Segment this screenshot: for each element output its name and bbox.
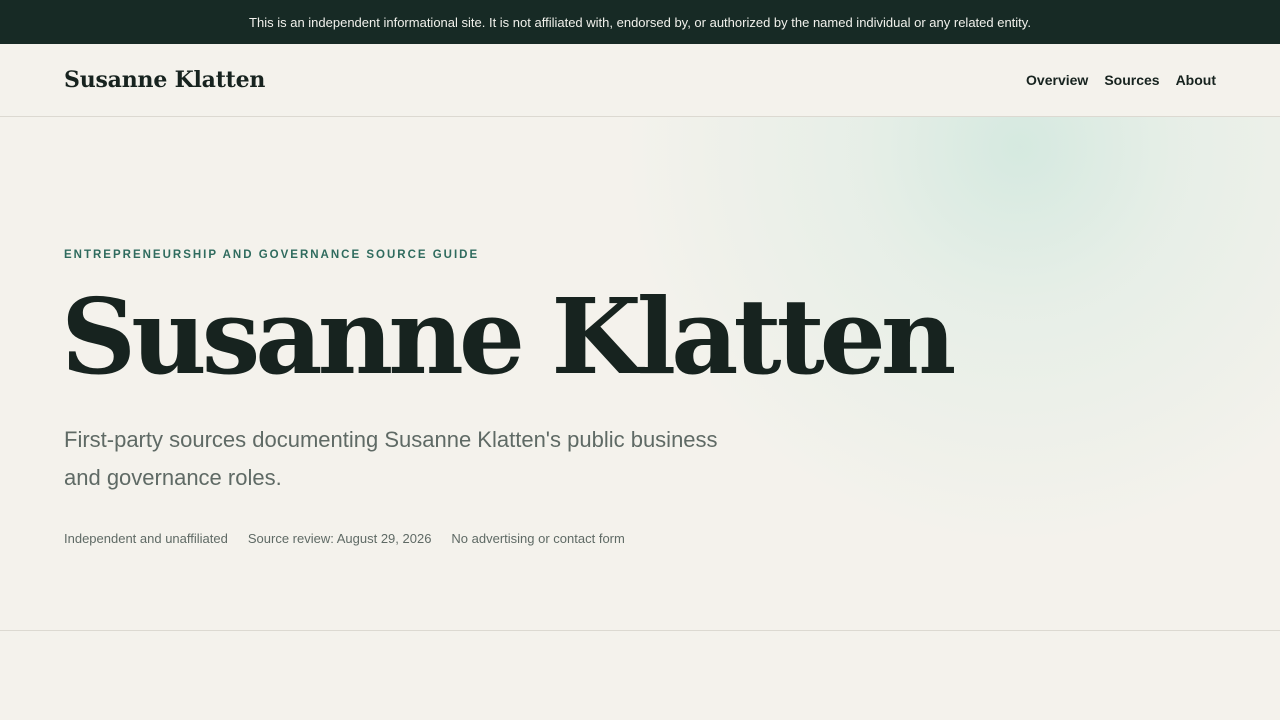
nav-link-about[interactable]: About (1176, 72, 1216, 88)
main-nav: Overview Sources About (1026, 72, 1216, 88)
meta-affiliation: Independent and unaffiliated (64, 531, 228, 546)
site-brand-link[interactable]: Susanne Klatten (64, 67, 265, 93)
disclaimer-banner: This is an independent informational sit… (0, 0, 1280, 44)
site-header: Susanne Klatten Overview Sources About (0, 44, 1280, 117)
nav-link-overview[interactable]: Overview (1026, 72, 1088, 88)
hero-lead: First-party sources documenting Susanne … (64, 427, 718, 490)
hero-eyebrow: ENTREPRENEURSHIP AND GOVERNANCE SOURCE G… (64, 249, 480, 261)
meta-source-review: Source review: August 29, 2026 (247, 531, 432, 546)
meta-no-advertising: No advertising or contact form (451, 531, 625, 546)
page-title: Susanne Klatten (61, 275, 956, 398)
hero-meta: Independent and unaffiliated Source revi… (64, 531, 625, 546)
nav-link-sources[interactable]: Sources (1104, 72, 1159, 88)
disclaimer-text: This is an independent informational sit… (249, 14, 1031, 30)
hero-section: ENTREPRENEURSHIP AND GOVERNANCE SOURCE G… (0, 117, 1280, 631)
